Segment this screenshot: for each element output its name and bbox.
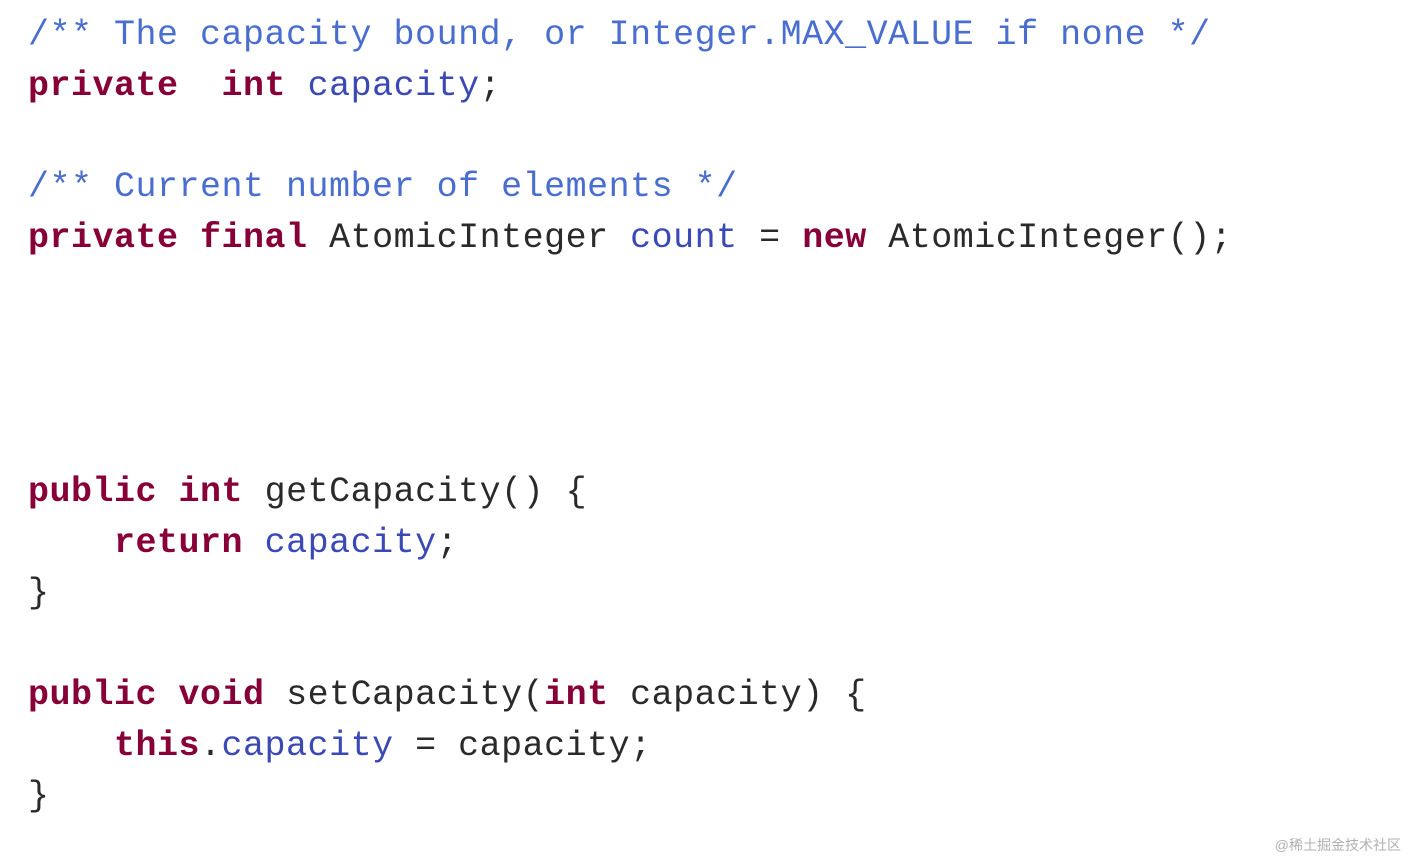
code-token: int [544, 675, 609, 715]
code-line: return capacity; [28, 518, 1381, 569]
code-token: = capacity; [394, 726, 652, 766]
code-token: setCapacity( [265, 675, 545, 715]
code-token: capacity [222, 726, 394, 766]
code-token [286, 66, 308, 106]
code-token [179, 218, 201, 258]
code-token: /** The capacity bound, or Integer.MAX_V… [28, 15, 1211, 55]
code-line [28, 416, 1381, 467]
code-block: /** The capacity bound, or Integer.MAX_V… [0, 0, 1409, 832]
code-line: public void setCapacity(int capacity) { [28, 670, 1381, 721]
code-token: /** Current number of elements */ [28, 167, 738, 207]
code-token: int [222, 66, 287, 106]
code-line [28, 619, 1381, 670]
code-token: int [179, 472, 244, 512]
code-token [157, 472, 179, 512]
code-line [28, 112, 1381, 163]
code-line: } [28, 771, 1381, 822]
code-token: ; [437, 523, 459, 563]
code-line [28, 264, 1381, 315]
code-token: capacity [308, 66, 480, 106]
code-token: public [28, 472, 157, 512]
code-token: return [114, 523, 243, 563]
code-token: public [28, 675, 157, 715]
watermark-text: @稀土掘金技术社区 [1275, 835, 1401, 855]
code-line: private int capacity; [28, 61, 1381, 112]
code-token: . [200, 726, 222, 766]
code-token: void [179, 675, 265, 715]
code-line: private final AtomicInteger count = new … [28, 213, 1381, 264]
code-token: new [802, 218, 867, 258]
code-line [28, 365, 1381, 416]
code-token: private [28, 218, 179, 258]
code-token: this [114, 726, 200, 766]
code-token: ; [480, 66, 502, 106]
code-token: count [630, 218, 738, 258]
code-token: } [28, 776, 50, 816]
code-token: } [28, 573, 50, 613]
code-token: private [28, 66, 179, 106]
code-token: capacity [265, 523, 437, 563]
code-line: this.capacity = capacity; [28, 721, 1381, 772]
code-token [28, 726, 114, 766]
code-token [179, 66, 222, 106]
code-token: AtomicInteger(); [867, 218, 1233, 258]
code-line: } [28, 568, 1381, 619]
code-line: /** The capacity bound, or Integer.MAX_V… [28, 10, 1381, 61]
code-token: capacity) { [609, 675, 867, 715]
code-token: AtomicInteger [308, 218, 631, 258]
code-line: public int getCapacity() { [28, 467, 1381, 518]
code-token: getCapacity() { [243, 472, 587, 512]
code-token [243, 523, 265, 563]
code-token: final [200, 218, 308, 258]
code-token: = [738, 218, 803, 258]
code-token [28, 523, 114, 563]
code-token [157, 675, 179, 715]
code-line: /** Current number of elements */ [28, 162, 1381, 213]
code-line [28, 315, 1381, 366]
